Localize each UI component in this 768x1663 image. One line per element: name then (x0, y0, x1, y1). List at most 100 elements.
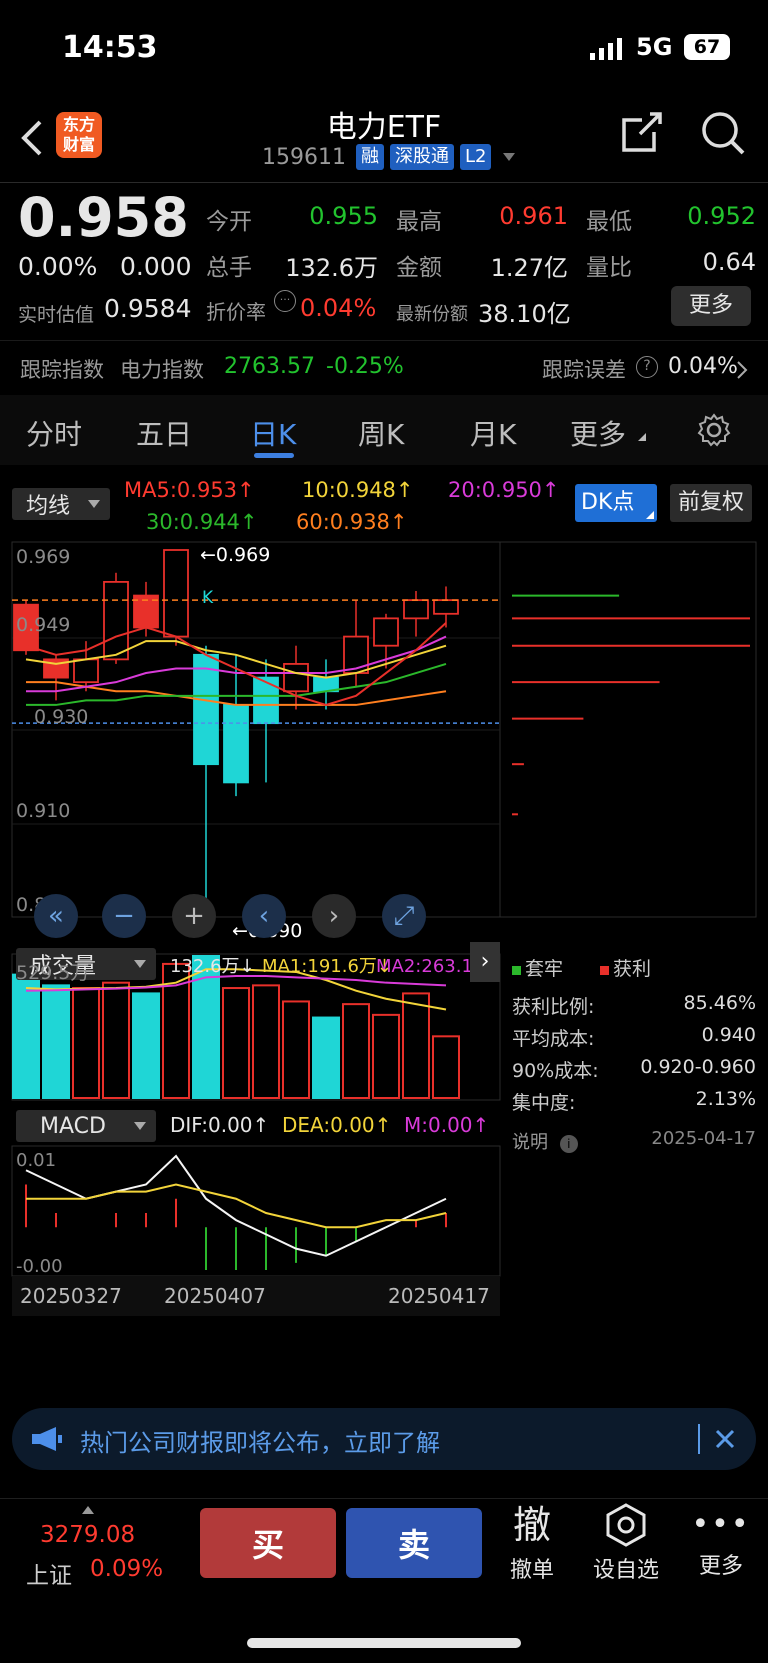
cost90-value: 0.920-0.960 (640, 1056, 756, 1078)
candle-body (193, 653, 219, 766)
volume-max-label: 529.5万 (16, 962, 90, 984)
info-icon[interactable]: ··· (274, 290, 296, 312)
change-value: 0.000 (120, 252, 192, 281)
tab-more[interactable]: 更多 (570, 413, 626, 453)
sh-index-value[interactable]: 3279.08 (40, 1522, 135, 1548)
divider (0, 182, 768, 183)
volume-value: 132.6万 (285, 254, 378, 282)
scroll-right-button[interactable]: › (312, 894, 356, 938)
add-watchlist-button[interactable]: 设自选 (586, 1502, 666, 1584)
tab-minute[interactable]: 分时 (26, 413, 82, 453)
tab-week-k[interactable]: 周K (358, 413, 404, 453)
change-pct: 0.00% (18, 252, 98, 281)
more-menu-button[interactable]: ••• 更多 (690, 1502, 752, 1580)
close-icon[interactable] (714, 1428, 736, 1450)
profit-ratio-value: 85.46% (683, 992, 756, 1014)
signal-icon (590, 38, 622, 60)
chevron-right-icon[interactable] (736, 360, 748, 380)
candle-body (253, 676, 279, 725)
candle-body (223, 704, 249, 784)
stock-meta[interactable]: 159611 融 深股通 L2 (262, 142, 516, 172)
tab-month-k[interactable]: 月K (470, 413, 516, 453)
last-price: 0.958 (18, 186, 189, 249)
index-name: 电力指数 (120, 358, 204, 382)
chip-legend-lock: 套牢 (512, 954, 563, 981)
zoom-in-button[interactable]: + (172, 894, 216, 938)
legend-swatch (512, 966, 521, 975)
settings-icon[interactable] (697, 413, 731, 447)
share-icon[interactable] (620, 110, 664, 154)
max-price-note: ←0.969 (200, 544, 271, 566)
index-value: 2763.57 (224, 354, 315, 379)
tag-level2: L2 (459, 144, 492, 170)
y-tick-3: 0.930 (34, 706, 89, 728)
sell-button[interactable]: 卖 (346, 1508, 482, 1578)
divider (0, 1498, 768, 1499)
cancel-order-button[interactable]: 撤 撤单 (500, 1502, 564, 1584)
cancel-glyph: 撤 (512, 1503, 551, 1547)
chip-note-link[interactable]: 说明 i (512, 1128, 578, 1154)
avg-cost-value: 0.940 (701, 1024, 756, 1046)
ratio-value: 0.64 (702, 248, 756, 276)
open-label: 今开 (206, 209, 252, 235)
kline-chart-area: 均线 MA5:0.953↑ 10:0.948↑ 20:0.950↑ 30:0.9… (0, 470, 768, 1395)
date-label-3: 20250417 (388, 1284, 490, 1308)
chip-date: 2025-04-17 (651, 1128, 756, 1149)
volume-expand-button[interactable]: › (470, 942, 500, 982)
home-indicator (247, 1638, 521, 1648)
amount-label: 金额 (396, 255, 442, 281)
volume-label: 总手 (206, 255, 252, 281)
low-value: 0.952 (687, 202, 756, 230)
active-tab-indicator (254, 453, 294, 458)
search-icon[interactable] (700, 110, 746, 156)
zoom-out-button[interactable]: − (102, 894, 146, 938)
macd-bottom-label: -0.00 (16, 1256, 63, 1277)
volume-bar (432, 1035, 460, 1099)
amount-value: 1.27亿 (490, 254, 568, 282)
macd-select-label: MACD (40, 1113, 106, 1139)
volume-bar (42, 984, 70, 1099)
buy-button[interactable]: 买 (200, 1508, 336, 1578)
app-header: 东方 财富 电力ETF 159611 融 深股通 L2 (0, 98, 768, 182)
volume-bar (402, 992, 430, 1099)
divider (0, 340, 768, 341)
help-icon[interactable]: ? (636, 356, 658, 378)
volume-bar (342, 1003, 370, 1100)
volume-readout: 132.6万↓ (170, 956, 255, 977)
volume-ma2-readout: MA2:263.1万 (376, 956, 478, 977)
y-tick-4: 0.910 (16, 800, 71, 822)
volume-bar (102, 981, 130, 1099)
note-label: 说明 (512, 1132, 548, 1153)
tag-margin: 融 (355, 144, 384, 170)
tag-connect: 深股通 (389, 144, 454, 170)
avg-cost-label: 平均成本: (512, 1028, 595, 1050)
info-icon: i (559, 1135, 578, 1153)
legend-profit-label: 获利 (613, 958, 652, 980)
cost90-label: 90%成本: (512, 1060, 599, 1082)
premium-value: 0.04% (300, 294, 377, 322)
volume-bar (72, 987, 100, 1100)
m-readout: M:0.00↑ (404, 1113, 490, 1137)
sh-index-change: 0.09% (90, 1556, 164, 1582)
fullscreen-button[interactable]: ⤢ (382, 894, 426, 938)
ratio-label: 量比 (586, 255, 632, 281)
period-tabs: 分时 五日 日K 周K 月K 更多 (0, 395, 768, 465)
buy-label: 买 (251, 1526, 284, 1564)
more-button[interactable]: 更多 (671, 286, 751, 326)
chevron-down-icon (503, 153, 516, 161)
candle-body (283, 663, 309, 693)
open-value: 0.955 (309, 202, 378, 230)
chip-distribution (512, 594, 750, 816)
volume-bar (372, 1013, 400, 1100)
scroll-left-button[interactable]: ‹ (242, 894, 286, 938)
announcement-banner[interactable]: 热门公司财报即将公布，立即了解 (12, 1408, 756, 1470)
candle-body (73, 658, 99, 684)
hexagon-icon (606, 1503, 646, 1547)
divider (698, 1424, 700, 1454)
rewind-button[interactable]: « (34, 894, 78, 938)
tab-five-day[interactable]: 五日 (136, 413, 192, 453)
candle-body (433, 599, 459, 615)
volume-bar (282, 1000, 310, 1100)
indicator-select-macd[interactable]: MACD (16, 1110, 156, 1142)
tab-day-k[interactable]: 日K (250, 413, 296, 453)
